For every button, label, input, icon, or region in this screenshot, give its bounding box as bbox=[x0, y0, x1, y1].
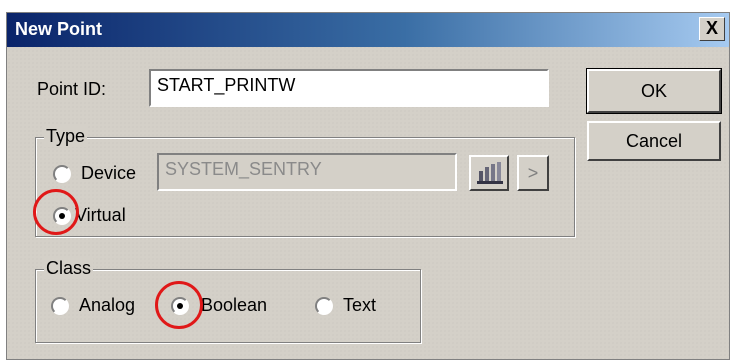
class-option-boolean: Boolean bbox=[201, 295, 268, 315]
point-id-label: Point ID: bbox=[37, 79, 107, 99]
type-group-label: Type bbox=[44, 126, 88, 147]
highlight-circle-virtual bbox=[33, 189, 79, 235]
analog-radio[interactable] bbox=[51, 297, 69, 315]
point-id-input[interactable]: START_PRINTW bbox=[149, 69, 549, 107]
highlight-circle-boolean bbox=[155, 281, 203, 329]
device-arrow-button[interactable]: > bbox=[517, 155, 549, 191]
device-input[interactable]: SYSTEM_SENTRY bbox=[157, 153, 457, 191]
network-device-icon bbox=[477, 162, 503, 184]
class-option-analog: Analog bbox=[79, 295, 136, 315]
title-bar: New Point X bbox=[7, 13, 729, 47]
class-group-label: Class bbox=[44, 258, 94, 279]
cancel-button[interactable]: Cancel bbox=[587, 121, 721, 161]
text-radio[interactable] bbox=[315, 297, 333, 315]
device-browse-button[interactable] bbox=[469, 155, 509, 191]
device-label: Device bbox=[81, 163, 137, 183]
new-point-dialog: New Point X Point ID: START_PRINTW OK Ca… bbox=[6, 12, 730, 360]
close-button[interactable]: X bbox=[699, 17, 725, 41]
class-option-text: Text bbox=[343, 295, 377, 315]
virtual-label: Virtual bbox=[75, 205, 126, 225]
ok-button[interactable]: OK bbox=[586, 68, 722, 114]
window-title: New Point bbox=[15, 19, 103, 39]
device-radio[interactable] bbox=[53, 165, 71, 183]
